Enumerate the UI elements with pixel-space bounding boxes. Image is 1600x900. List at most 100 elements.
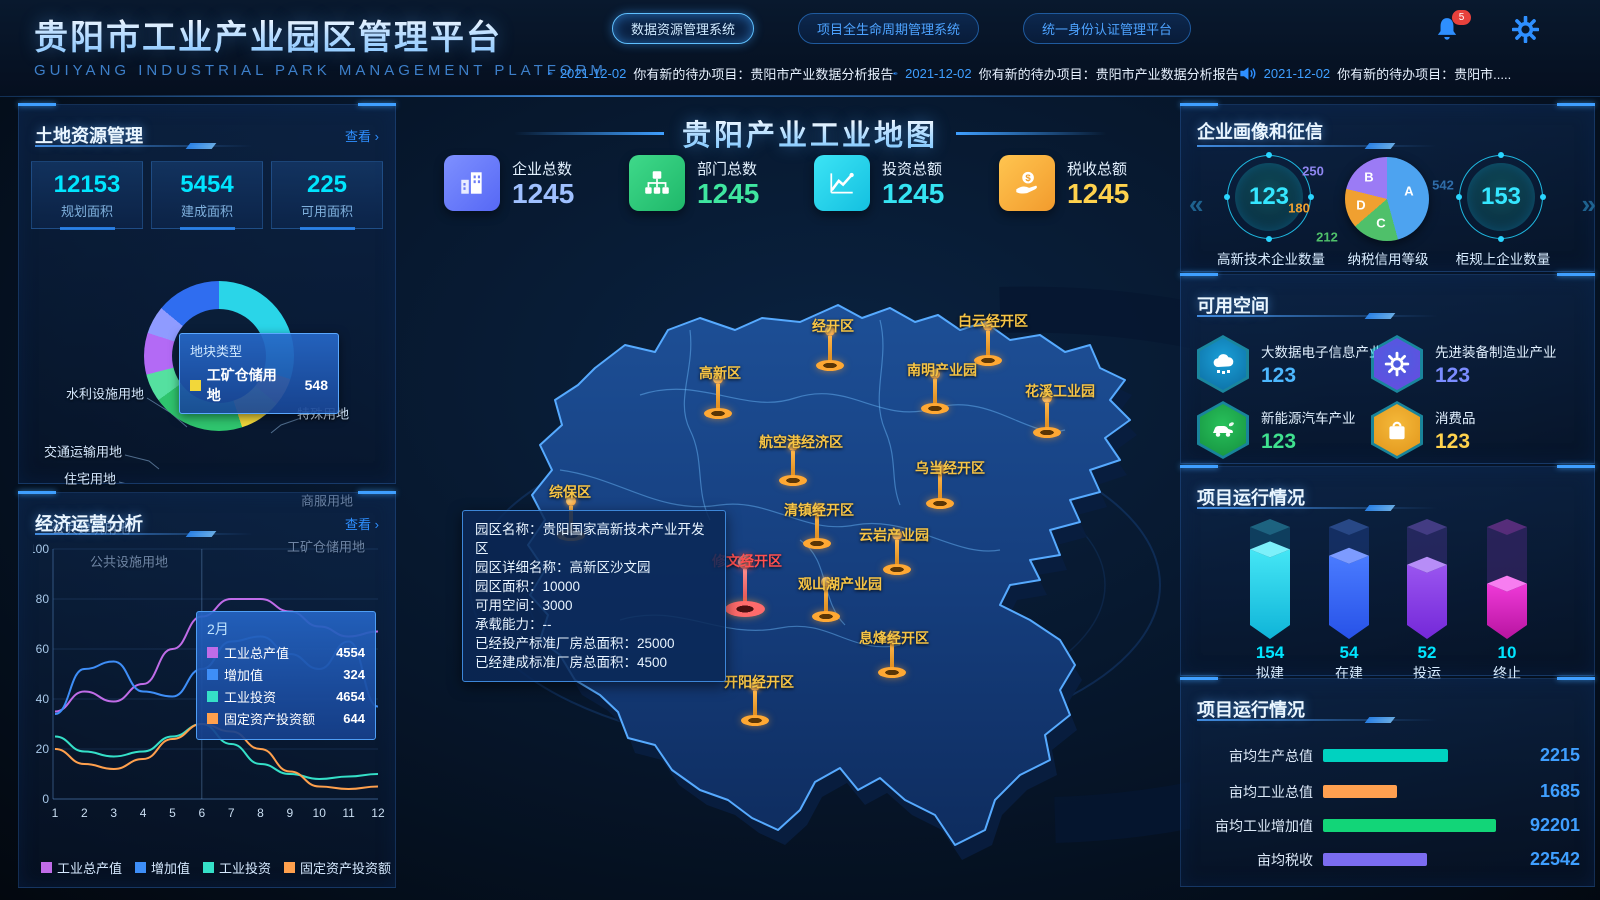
title-underline — [1197, 507, 1437, 509]
space-item-consumer: 消费品123 — [1371, 401, 1476, 459]
ticker-item[interactable]: 2021-12-02你有新的待办项目：贵阳市产业数据分析报告 — [548, 64, 893, 83]
donut-label: 交通运输用地 — [44, 442, 122, 461]
pie-value: 542 — [1432, 178, 1454, 193]
svg-text:6: 6 — [198, 806, 205, 820]
pie-value: 212 — [1316, 230, 1338, 245]
donut-label: 水利设施用地 — [66, 384, 144, 403]
bar-value: 154 — [1256, 643, 1284, 663]
chevron-left-icon[interactable]: « — [1189, 189, 1199, 220]
tooltip-row: 工业总产值4554 — [207, 643, 365, 662]
nav-identity-button[interactable]: 统一身份认证管理平台 — [1023, 13, 1191, 44]
svg-text:7: 7 — [228, 806, 235, 820]
map-marker-label: 云岩产业园 — [859, 525, 929, 545]
tooltip-row: 工业投资4654 — [207, 687, 365, 706]
map-marker-label: 清镇经开区 — [784, 500, 854, 520]
stat-planned-area: 12153规划面积 — [31, 161, 143, 229]
header-icons: 5 — [1434, 16, 1542, 46]
map-marker-label: 综保区 — [549, 482, 591, 502]
svg-text:2: 2 — [81, 806, 88, 820]
svg-text:4: 4 — [140, 806, 147, 820]
nav-project-lifecycle-button[interactable]: 项目全生命周期管理系统 — [798, 13, 979, 44]
info-row: 可用空间：3000 — [475, 596, 713, 615]
gear-icon — [1374, 338, 1420, 390]
svg-text:3: 3 — [110, 806, 117, 820]
speaker-icon — [893, 66, 898, 81]
metric-row-added-value: 亩均工业增加值92201 — [1191, 815, 1580, 836]
bar-proposed — [1250, 519, 1290, 641]
stat-card-departments: 部门总数1245 — [629, 155, 814, 211]
notification-ticker: 2021-12-02你有新的待办项目：贵阳市产业数据分析报告2021-12-02… — [548, 64, 1584, 83]
pie-value: 250 — [1302, 164, 1324, 179]
ev-car-icon — [1200, 404, 1246, 456]
legend-item[interactable]: 增加值 — [135, 858, 190, 877]
stat-available-area: 225可用面积 — [271, 161, 383, 229]
guiyang-map[interactable]: 园区名称：贵阳国家高新技术产业开发区园区详细名称：高新区沙文园园区面积：1000… — [430, 240, 1190, 885]
map-marker-label: 经开区 — [812, 316, 854, 336]
info-row: 园区名称：贵阳国家高新技术产业开发区 — [475, 520, 713, 558]
header: 贵阳市工业产业园区管理平台 GUIYANG INDUSTRIAL PARK MA… — [0, 0, 1600, 97]
enterprise-credit-panel: 企业画像和征信 « 123 A B C D 542 250 212 180 15… — [1180, 104, 1595, 272]
info-row: 承载能力：-- — [475, 615, 713, 634]
bar-value: 54 — [1340, 643, 1359, 663]
info-row: 已经投产标准厂房总面积：25000 — [475, 634, 713, 653]
org-chart-icon — [629, 155, 685, 211]
economy-view-link[interactable]: 查看 › — [345, 514, 379, 533]
economy-chart-tooltip: 2月 工业总产值4554增加值324工业投资4654固定资产投资额644 — [196, 611, 376, 740]
map-marker-label: 乌当经开区 — [915, 458, 985, 478]
chevron-right-icon[interactable]: » — [1582, 189, 1592, 220]
notification-bell-icon[interactable]: 5 — [1434, 16, 1464, 46]
title-underline — [1197, 315, 1437, 317]
tooltip-row: 固定资产投资额644 — [207, 709, 365, 728]
cloud-icon — [1200, 338, 1246, 390]
building-icon — [444, 155, 500, 211]
ticker-date: 2021-12-02 — [905, 66, 972, 81]
stat-built-area: 5454建成面积 — [151, 161, 263, 229]
map-title: 贵阳产业工业地图 — [682, 112, 938, 154]
map-marker-label: 息烽经开区 — [859, 628, 929, 648]
tooltip-row: 增加值324 — [207, 665, 365, 684]
nav-data-resource-button[interactable]: 数据资源管理系统 — [612, 13, 754, 44]
donut-label: 住宅用地 — [64, 469, 116, 488]
land-stats: 12153规划面积 5454建成面积 225可用面积 — [31, 161, 383, 229]
map-marker-label: 南明产业园 — [907, 360, 977, 380]
land-view-link[interactable]: 查看 › — [345, 126, 379, 145]
legend-item[interactable]: 工业投资 — [203, 858, 271, 877]
title-underline — [35, 533, 253, 535]
space-item-equipment: 先进装备制造业产业123 — [1371, 335, 1557, 393]
bar-value: 10 — [1498, 643, 1517, 663]
pie-slice-label: B — [1364, 170, 1373, 185]
ticker-text: 你有新的待办项目：贵阳市产业数据分析报告 — [979, 64, 1239, 83]
svg-text:40: 40 — [36, 692, 50, 706]
ticker-item[interactable]: 2021-12-02 你有新的待办项目：贵阳市产业数据分析报告 — [893, 64, 1238, 83]
ticker-date: 2021-12-02 — [1264, 66, 1331, 81]
space-item-ev: 新能源汽车产业123 — [1197, 401, 1356, 459]
dashboard: 贵阳市工业产业园区管理平台 GUIYANG INDUSTRIAL PARK MA… — [0, 0, 1600, 900]
stat-card-tax: $ 税收总额1245 — [999, 155, 1184, 211]
park-info-tooltip: 园区名称：贵阳国家高新技术产业开发区园区详细名称：高新区沙文园园区面积：1000… — [462, 510, 726, 682]
economy-chart-legend: 工业总产值增加值工业投资固定资产投资额 — [41, 858, 391, 877]
stat-card-enterprises: 企业总数1245 — [444, 155, 629, 211]
svg-text:8: 8 — [257, 806, 264, 820]
map-marker-label: 高新区 — [699, 363, 741, 383]
svg-text:12: 12 — [371, 806, 385, 820]
title-underline — [1197, 719, 1437, 721]
svg-text:20: 20 — [36, 742, 50, 756]
svg-text:$: $ — [1025, 173, 1031, 184]
pie-slice-label: C — [1376, 216, 1385, 231]
gauge-label: 高新技术企业数量 — [1217, 248, 1325, 268]
legend-item[interactable]: 固定资产投资额 — [284, 858, 391, 877]
settings-gear-icon[interactable] — [1512, 16, 1542, 46]
gauge-label: 柜规上企业数量 — [1456, 248, 1551, 268]
map-marker-label: 观山湖产业园 — [798, 574, 882, 594]
shopping-bag-icon — [1374, 404, 1420, 456]
title-underline — [1197, 145, 1437, 147]
donut-tooltip: 地块类型 工矿仓储用地 548 — [179, 333, 339, 414]
legend-item[interactable]: 工业总产值 — [41, 858, 122, 877]
brand: 贵阳市工业产业园区管理平台 GUIYANG INDUSTRIAL PARK MA… — [34, 10, 607, 79]
ticker-item[interactable]: 2021-12-02你有新的待办项目：贵阳市..... — [1239, 64, 1584, 83]
pie-slice-label: A — [1404, 184, 1413, 199]
svg-text:10: 10 — [313, 806, 327, 820]
map-title-block: 贵阳产业工业地图 — [430, 112, 1190, 154]
pie-slice-label: D — [1356, 198, 1365, 213]
app-title: 贵阳市工业产业园区管理平台 — [34, 10, 607, 59]
